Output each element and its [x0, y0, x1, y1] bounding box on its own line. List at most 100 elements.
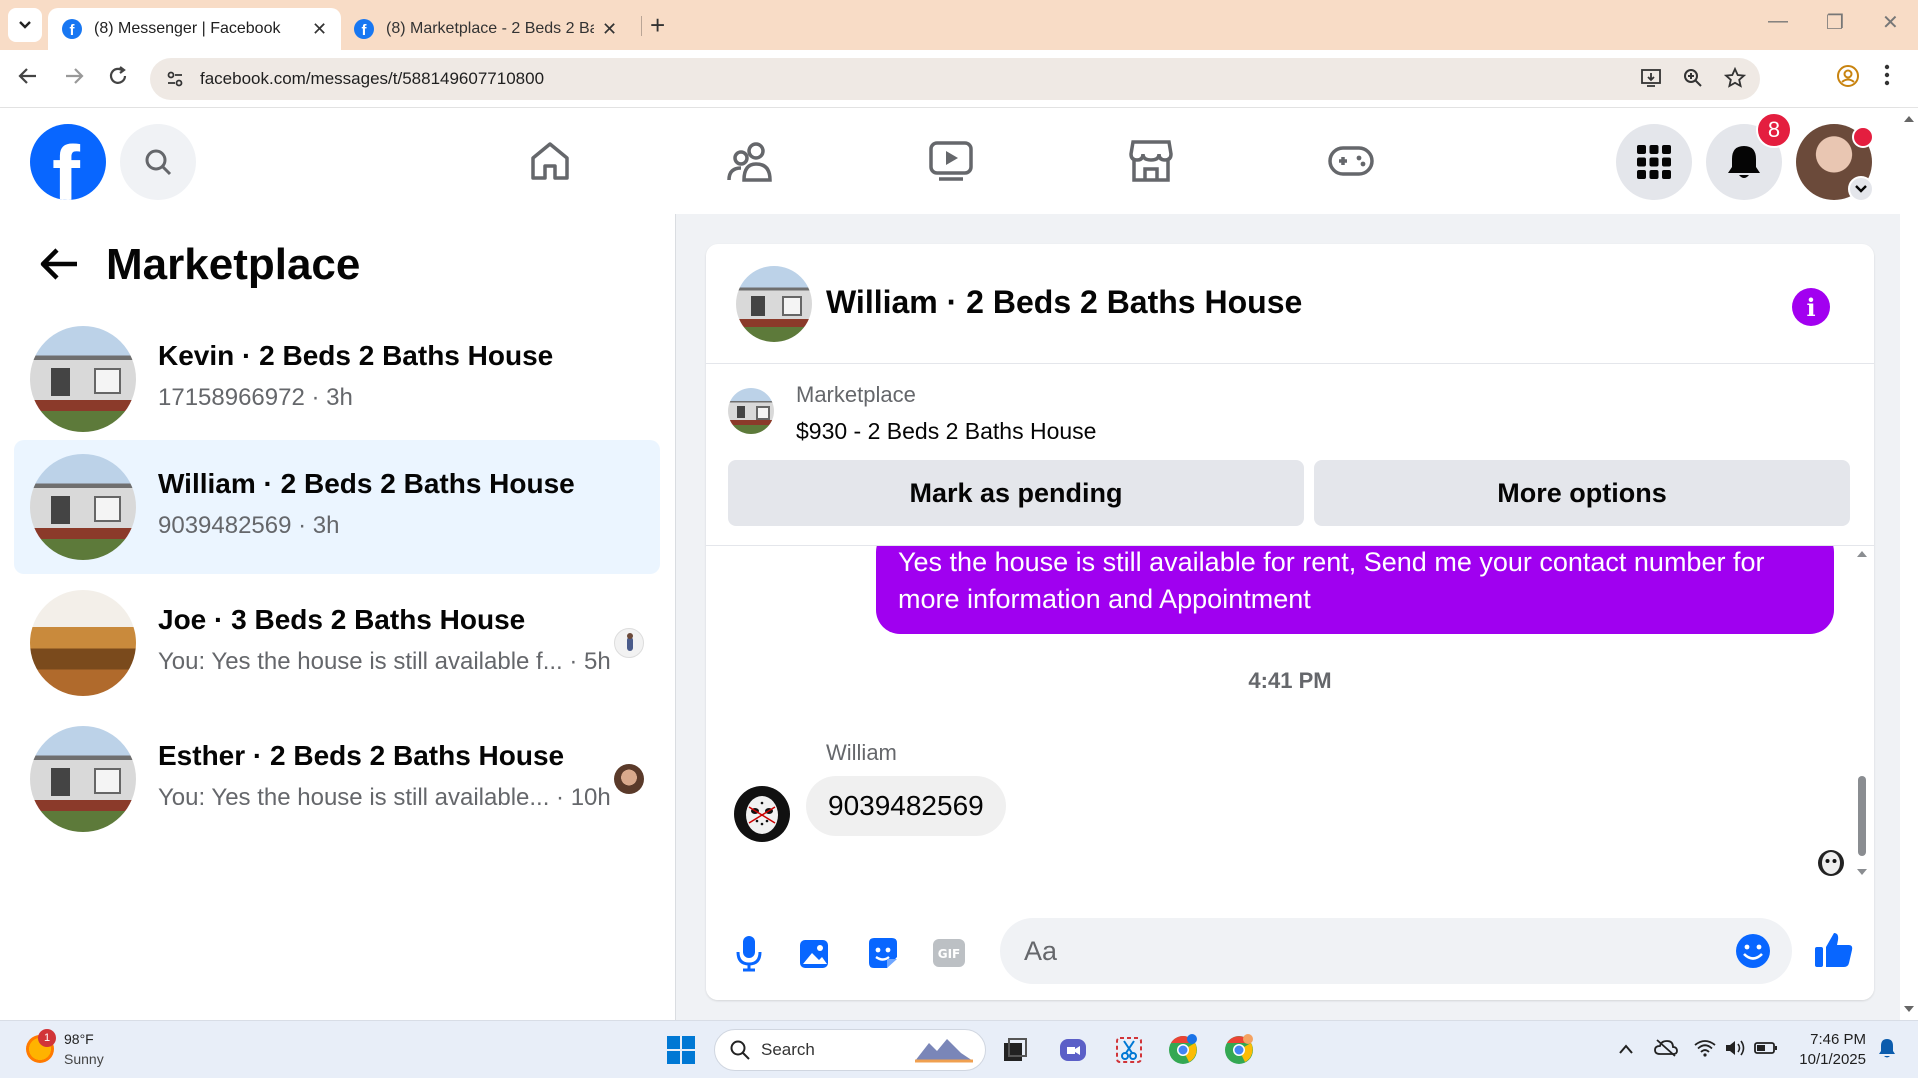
taskbar-search[interactable]: Search — [714, 1029, 986, 1071]
weather-temperature[interactable]: 98°F — [64, 1031, 94, 1047]
reload-icon — [109, 66, 127, 84]
sender-avatar[interactable] — [734, 786, 790, 842]
gamepad-icon — [1328, 146, 1374, 176]
conversation-name: Esther · 2 Beds 2 Baths House — [158, 740, 565, 771]
start-button[interactable] — [666, 1035, 696, 1065]
tab-search-dropdown[interactable] — [8, 8, 42, 42]
facebook-search-button[interactable] — [120, 124, 196, 200]
thumbs-up-icon — [1815, 933, 1853, 967]
scrollbar-thumb[interactable] — [1858, 776, 1866, 856]
bookmark-star-icon[interactable] — [1724, 67, 1746, 89]
scroll-down-icon[interactable] — [1900, 1002, 1918, 1016]
listing-small-thumbnail[interactable] — [728, 388, 774, 434]
account-menu-chevron[interactable] — [1848, 176, 1874, 202]
nav-marketplace[interactable] — [1126, 136, 1176, 186]
listing-thumbnail — [30, 726, 136, 832]
cloud-off-icon — [1654, 1039, 1678, 1057]
scroll-down-icon[interactable] — [1854, 866, 1870, 878]
task-view-icon — [1004, 1038, 1027, 1061]
back-button[interactable] — [16, 64, 40, 94]
conversation-item-esther[interactable]: Esther · 2 Beds 2 Baths House You: Yes t… — [14, 712, 660, 846]
read-receipt-avatar — [614, 628, 644, 658]
site-settings-icon[interactable] — [164, 68, 186, 90]
video-chat-icon — [1060, 1039, 1086, 1061]
more-options-button[interactable]: More options — [1314, 460, 1850, 526]
send-like-button[interactable] — [1812, 928, 1856, 972]
conversation-item-kevin[interactable]: Kevin · 2 Beds 2 Baths House 17158966972… — [14, 312, 660, 446]
weather-condition[interactable]: Sunny — [64, 1051, 104, 1067]
install-app-icon[interactable] — [1640, 67, 1662, 89]
browser-toolbar: facebook.com/messages/t/588149607710800 — [0, 50, 1918, 108]
page-scrollbar[interactable] — [1900, 108, 1918, 1020]
search-highlight-icon — [915, 1039, 973, 1063]
scroll-up-icon[interactable] — [1900, 112, 1918, 126]
attach-photo-button[interactable] — [796, 934, 834, 972]
conversation-item-william[interactable]: William · 2 Beds 2 Baths House 903948256… — [14, 440, 660, 574]
chrome-profile-button[interactable] — [1222, 1033, 1256, 1067]
sender-name: William — [826, 740, 897, 765]
facebook-header: f 8 — [0, 108, 1900, 214]
mark-as-pending-button[interactable]: Mark as pending — [728, 460, 1304, 526]
show-hidden-icons[interactable] — [1618, 1039, 1634, 1060]
video-icon — [929, 141, 973, 181]
chat-title[interactable]: William · 2 Beds 2 Baths House — [826, 284, 1302, 321]
nav-video[interactable] — [926, 136, 976, 186]
scissors-icon — [1116, 1037, 1142, 1063]
menu-button[interactable] — [1616, 124, 1692, 200]
tab-marketplace[interactable]: f (8) Marketplace - 2 Beds 2 Bath ✕ — [340, 8, 631, 50]
close-tab-icon[interactable]: ✕ — [602, 19, 617, 40]
chat-listing-thumbnail[interactable] — [736, 266, 812, 342]
scroll-up-icon[interactable] — [1854, 548, 1870, 560]
window-close-button[interactable]: ✕ — [1882, 10, 1899, 35]
info-button[interactable]: i — [1792, 288, 1830, 326]
listing-thumbnail — [30, 590, 136, 696]
zoom-icon[interactable] — [1682, 67, 1704, 89]
restore-button[interactable]: ❐ — [1826, 10, 1844, 35]
notification-badge: 8 — [1756, 112, 1792, 148]
info-icon: i — [1806, 292, 1816, 322]
wifi-status[interactable] — [1694, 1039, 1716, 1062]
clock-time[interactable]: 7:46 PM — [1792, 1031, 1866, 1048]
tab-messenger[interactable]: f (8) Messenger | Facebook ✕ — [48, 8, 342, 50]
teams-meet-button[interactable] — [1056, 1033, 1090, 1067]
nav-gaming[interactable] — [1326, 136, 1376, 186]
facebook-logo[interactable]: f — [30, 124, 106, 200]
back-to-chats-button[interactable] — [38, 246, 80, 287]
arrow-right-icon — [66, 68, 84, 84]
onedrive-status[interactable] — [1654, 1039, 1678, 1062]
battery-status[interactable] — [1754, 1039, 1778, 1062]
chevron-down-icon — [19, 21, 31, 29]
clock-date[interactable]: 10/1/2025 — [1792, 1051, 1866, 1068]
chat-panel: William · 2 Beds 2 Baths House i Marketp… — [676, 214, 1900, 1020]
voice-clip-button[interactable] — [730, 934, 768, 972]
listing-title[interactable]: $930 - 2 Beds 2 Baths House — [796, 418, 1096, 445]
nav-friends[interactable] — [725, 136, 775, 186]
nav-home[interactable] — [525, 136, 575, 186]
bell-icon — [1879, 1039, 1895, 1058]
forward-button[interactable] — [62, 64, 86, 94]
chrome-button[interactable] — [1166, 1033, 1200, 1067]
task-view-button[interactable] — [998, 1033, 1032, 1067]
arrow-left-icon — [18, 68, 36, 84]
thread-scrollbar[interactable] — [1854, 546, 1870, 898]
volume-status[interactable] — [1724, 1039, 1746, 1062]
emoji-button[interactable] — [1734, 932, 1772, 975]
close-tab-icon[interactable]: ✕ — [312, 19, 327, 40]
incoming-message: 9039482569 — [806, 776, 1006, 836]
gif-button[interactable]: GIF — [930, 934, 968, 972]
marketplace-listing-bar: Marketplace $930 - 2 Beds 2 Baths House … — [706, 364, 1874, 546]
marketplace-label: Marketplace — [796, 382, 916, 407]
reload-button[interactable] — [106, 64, 130, 94]
sticker-button[interactable] — [864, 934, 902, 972]
conversation-item-joe[interactable]: Joe · 3 Beds 2 Baths House You: Yes the … — [14, 576, 660, 710]
minimize-button[interactable]: — — [1768, 10, 1788, 33]
windows-taskbar: 1 98°F Sunny Search 7:46 PM 10/1/2025 — [0, 1020, 1918, 1078]
message-thread[interactable]: Yes the house is still available for ren… — [706, 546, 1874, 898]
browser-menu-button[interactable] — [1884, 64, 1890, 92]
snipping-tool-button[interactable] — [1112, 1033, 1146, 1067]
message-input[interactable] — [1024, 918, 1704, 984]
new-tab-button[interactable]: + — [650, 10, 665, 41]
notification-center-button[interactable] — [1878, 1037, 1896, 1064]
address-bar[interactable]: facebook.com/messages/t/588149607710800 — [150, 58, 1760, 100]
profile-button[interactable] — [1836, 64, 1860, 94]
